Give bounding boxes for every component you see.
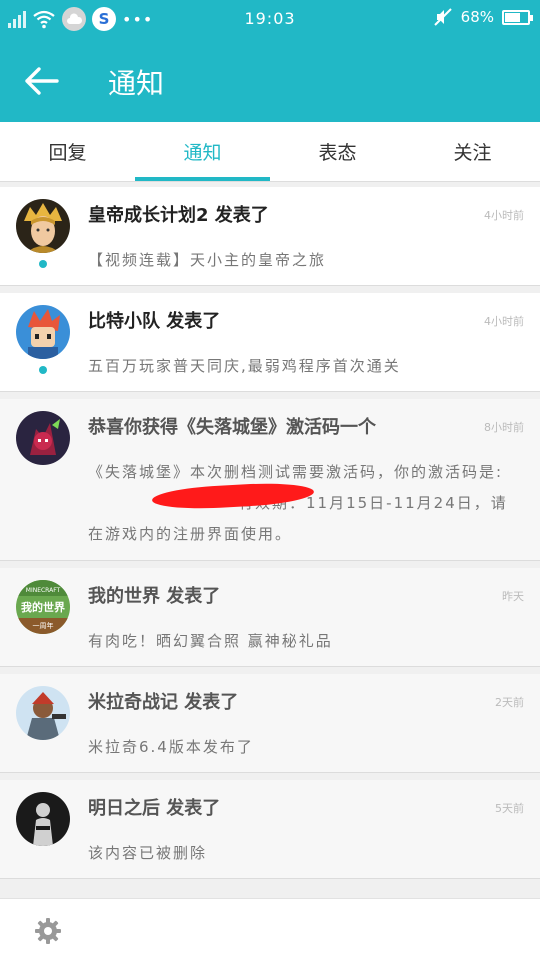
app-bar: 通知 <box>0 38 540 122</box>
back-button[interactable] <box>18 58 64 104</box>
notification-time: 8小时前 <box>484 421 524 434</box>
notification-time: 昨天 <box>502 590 524 603</box>
notification-body: 该内容已被删除 <box>88 844 208 862</box>
tab-following[interactable]: 关注 <box>405 122 540 181</box>
svg-text:MINECRAFT: MINECRAFT <box>26 587 61 594</box>
notification-body-text-2: 有效期：11月15日-11月24日，请在游戏内的注册界面使用。 <box>88 494 508 543</box>
bottom-bar <box>0 898 540 960</box>
notification-body: 五百万玩家普天同庆,最弱鸡程序首次通关 <box>88 357 401 375</box>
notification-body: 米拉奇6.4版本发布了 <box>88 738 254 756</box>
svg-text:我的世界: 我的世界 <box>21 600 65 614</box>
notification-time: 2天前 <box>495 696 524 709</box>
tab-replies[interactable]: 回复 <box>0 122 135 181</box>
notification-body: 【视频连载】天小主的皇帝之旅 <box>88 251 327 269</box>
notification-body: 有肉吃！晒幻翼合照 赢神秘礼品 <box>88 632 333 650</box>
notification-item[interactable]: 明日之后 发表了 5天前 该内容已被删除 <box>0 780 540 879</box>
unread-dot <box>39 260 47 268</box>
status-bar: S ••• 19:03 68% <box>0 0 540 38</box>
page-title: 通知 <box>108 67 165 100</box>
notification-title: 我的世界 发表了 <box>88 586 221 607</box>
gear-icon[interactable] <box>34 917 62 945</box>
battery-icon <box>502 9 533 25</box>
notification-body: 《失落城堡》本次删档测试需要激活码，你的激活码是: 有效期：11月15日-11月2… <box>88 457 522 550</box>
back-arrow-icon <box>25 67 59 95</box>
tab-reactions[interactable]: 表态 <box>270 122 405 181</box>
notification-item[interactable]: 米拉奇战记 发表了 2天前 米拉奇6.4版本发布了 <box>0 674 540 773</box>
notification-body-text: 《失落城堡》本次删档测试需要激活码，你的激活码是: <box>88 463 504 481</box>
notification-time: 4小时前 <box>484 209 524 222</box>
battery-percent: 68% <box>460 8 494 26</box>
svg-text:一周年: 一周年 <box>33 621 54 630</box>
notification-item[interactable]: 比特小队 发表了 4小时前 五百万玩家普天同庆,最弱鸡程序首次通关 <box>0 293 540 392</box>
notification-item[interactable]: MINECRAFT 我的世界 一周年 我的世界 发表了 昨天 有肉吃！晒幻翼合照… <box>0 568 540 667</box>
lifeafter-avatar <box>16 792 70 846</box>
tab-notifications[interactable]: 通知 <box>135 122 270 181</box>
bit-squad-avatar <box>16 305 70 359</box>
mute-icon <box>433 8 452 26</box>
notification-item[interactable]: 皇帝成长计划2 发表了 4小时前 【视频连载】天小主的皇帝之旅 <box>0 187 540 286</box>
unread-dot <box>39 366 47 374</box>
notification-time: 4小时前 <box>484 315 524 328</box>
notification-item[interactable]: 恭喜你获得《失落城堡》激活码一个 8小时前 《失落城堡》本次删档测试需要激活码，… <box>0 399 540 561</box>
notification-time: 5天前 <box>495 802 524 815</box>
notification-title: 皇帝成长计划2 发表了 <box>88 205 269 226</box>
miracle-war-avatar <box>16 686 70 740</box>
notification-title: 恭喜你获得《失落城堡》激活码一个 <box>88 417 376 438</box>
notification-title: 明日之后 发表了 <box>88 798 221 819</box>
lost-castle-avatar <box>16 411 70 465</box>
notification-title: 比特小队 发表了 <box>88 311 221 332</box>
notification-title: 米拉奇战记 发表了 <box>88 692 239 713</box>
emperor-avatar <box>16 199 70 253</box>
tab-bar: 回复 通知 表态 关注 <box>0 122 540 182</box>
minecraft-avatar: MINECRAFT 我的世界 一周年 <box>16 580 70 634</box>
